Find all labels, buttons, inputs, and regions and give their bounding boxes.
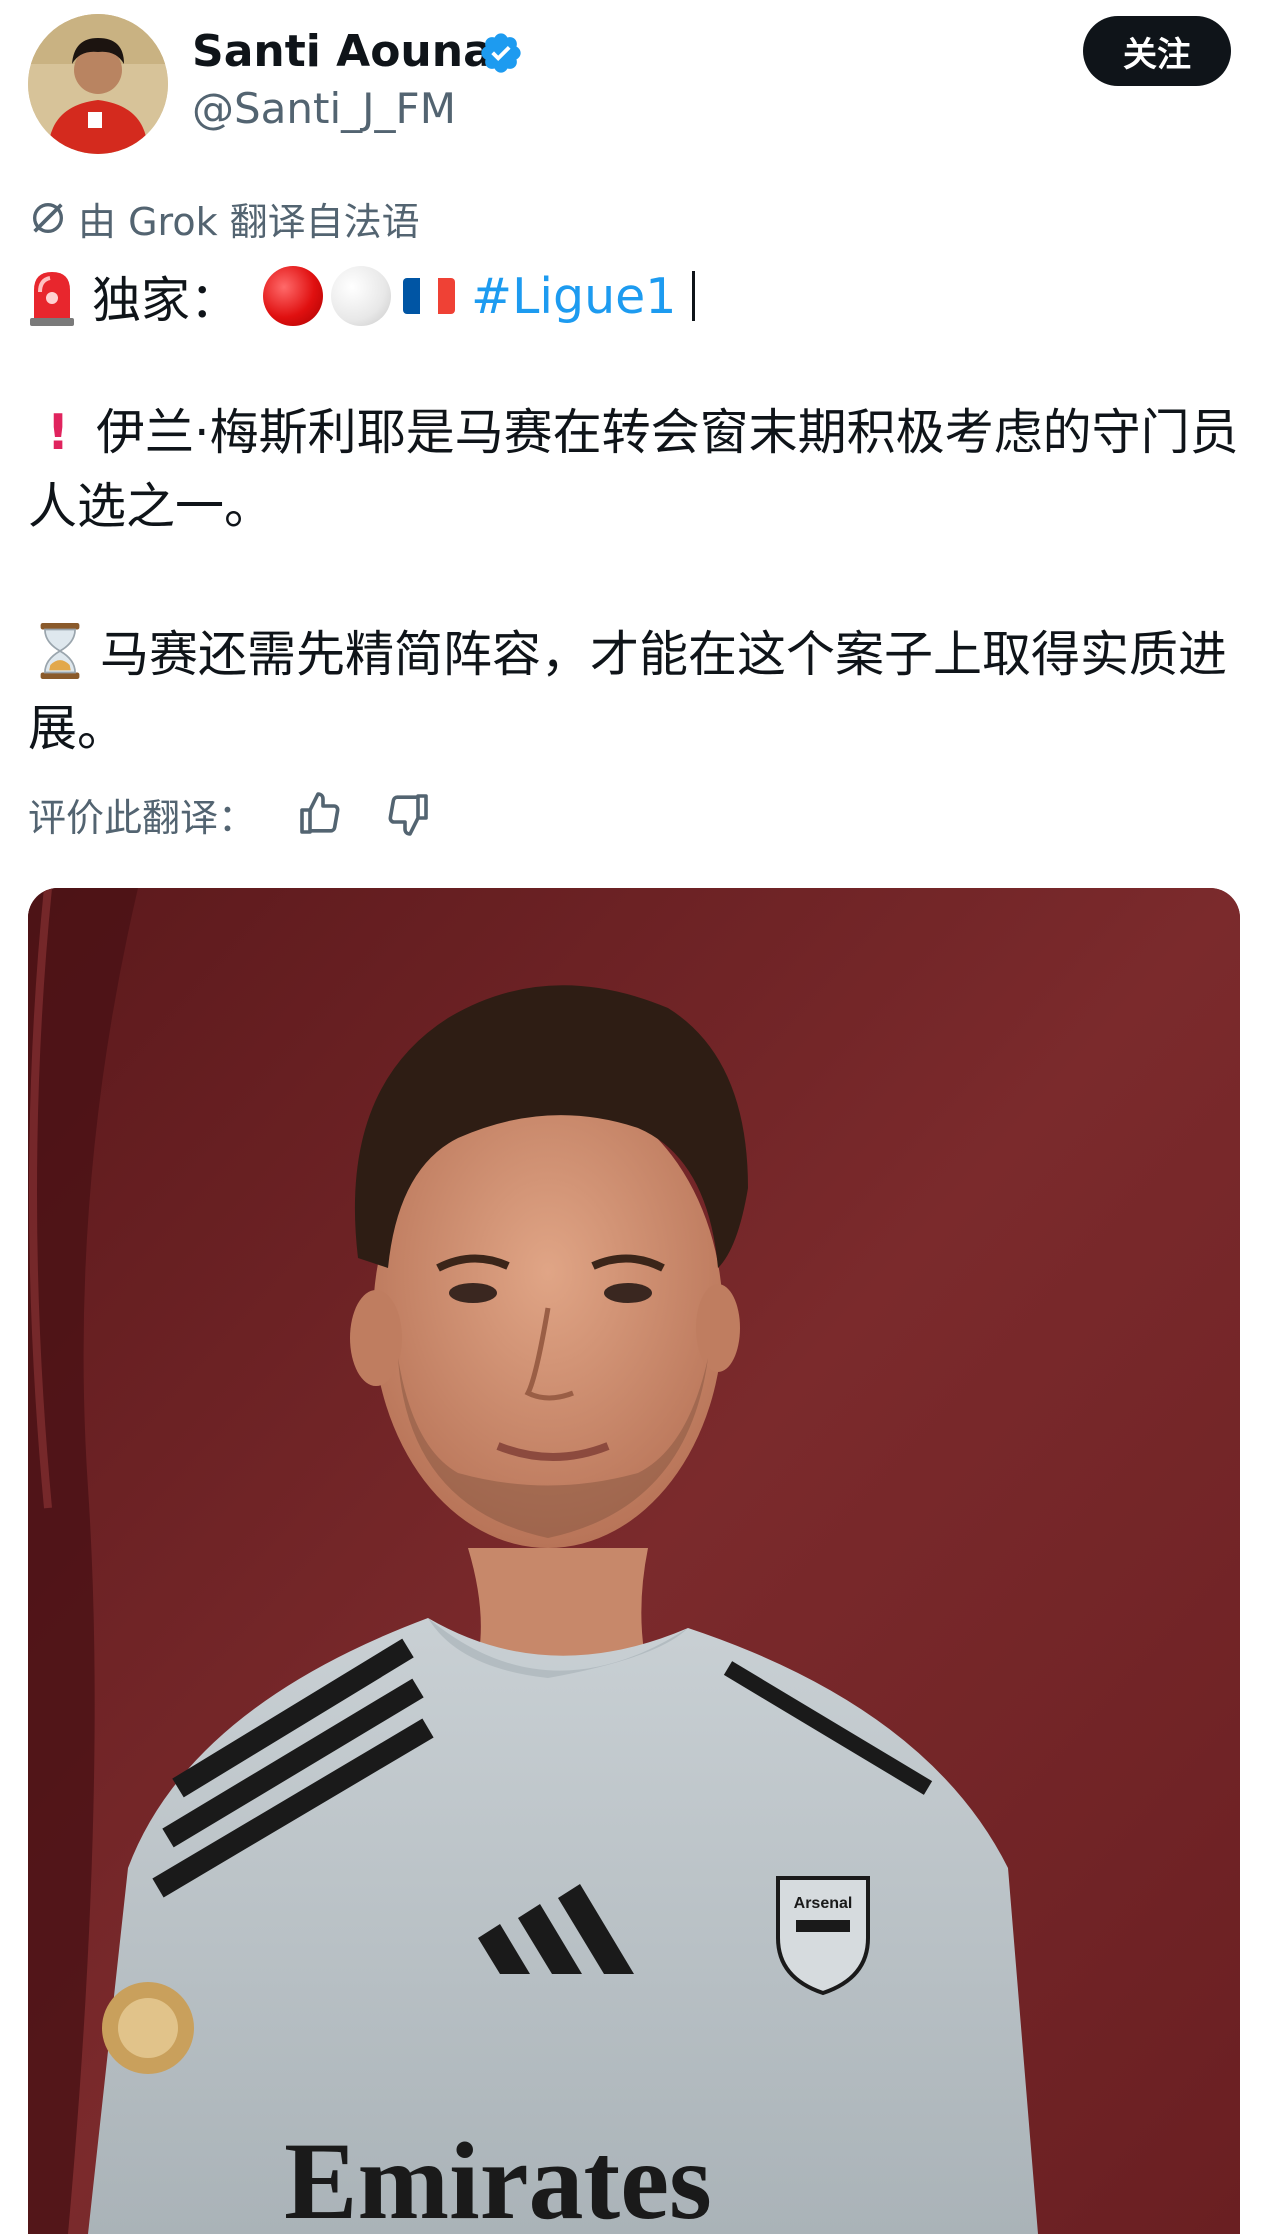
author-name[interactable]: Santi Aouna [192, 26, 493, 77]
exclamation-icon: ! [46, 404, 70, 461]
follow-button[interactable]: 关注 [1083, 16, 1231, 86]
tweet-text-line3: 马赛还需先精简阵容，才能在这个案子上取得实质进展。 [28, 626, 1228, 757]
verified-badge-icon [481, 33, 521, 73]
tweet-media[interactable]: Arsenal Emirates [28, 888, 1240, 2234]
author-avatar[interactable] [28, 14, 168, 154]
thumbs-down-icon[interactable] [384, 790, 432, 838]
translation-label: 由 Grok 翻译自法语 [78, 199, 420, 244]
tweet-paragraph-1: ! 伊兰·梅斯利耶是马赛在转会窗末期积极考虑的守门员人选之一。 [28, 396, 1256, 544]
exclusive-label: 独家： [92, 271, 240, 329]
text-cursor [692, 271, 696, 321]
tweet-paragraph-2: 马赛还需先精简阵容，才能在这个案子上取得实质进展。 [28, 618, 1256, 766]
thumbs-up-icon[interactable] [296, 790, 344, 838]
grok-icon [33, 203, 63, 233]
tweet-text-line2: 伊兰·梅斯利耶是马赛在转会窗末期积极考虑的守门员人选之一。 [28, 404, 1239, 535]
white-circle-icon [331, 266, 392, 326]
hourglass-icon [40, 623, 80, 679]
author-handle[interactable]: @Santi_J_FM [192, 84, 456, 133]
translation-notice[interactable]: 由 Grok 翻译自法语 [28, 194, 420, 244]
hashtag-link[interactable]: #Ligue1 [471, 268, 676, 325]
player-photo: Arsenal Emirates [28, 888, 1240, 2234]
rate-label: 评价此翻译： [28, 795, 257, 840]
shirt-sponsor-text: Emirates [284, 2120, 712, 2234]
france-flag-icon [403, 278, 455, 314]
tweet-header-line: 独家： #Ligue1 [28, 258, 696, 334]
red-circle-icon [263, 266, 324, 326]
rate-translation: 评价此翻译： [28, 786, 432, 842]
siren-icon [30, 272, 74, 326]
crest-text: Arsenal [794, 1895, 853, 1912]
avatar-photo [28, 14, 168, 154]
